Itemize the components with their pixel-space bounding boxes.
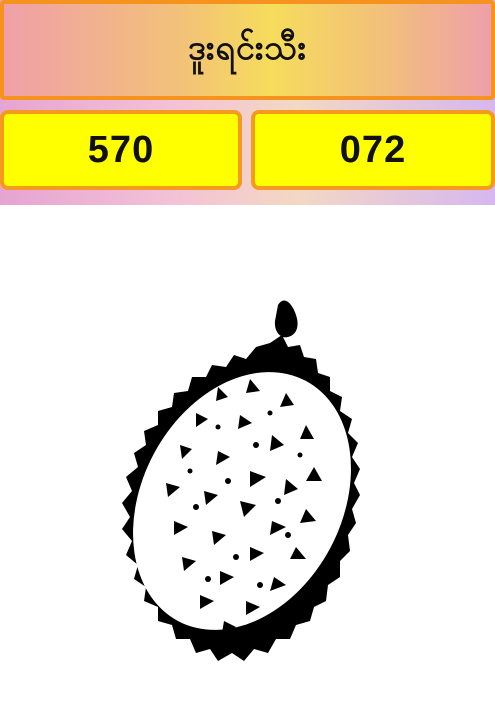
durian-icon (122, 300, 360, 661)
number-left-label: 570 (87, 128, 155, 171)
title-banner: ဒူးရင်းသီး (0, 0, 495, 100)
number-right-label: 072 (339, 128, 407, 171)
app-screen: ဒူးရင်းသီး 570 072 (0, 0, 495, 713)
image-area (0, 205, 495, 713)
number-button-right[interactable]: 072 (251, 110, 495, 190)
page-title: ဒူးရင်းသီး (188, 27, 307, 68)
number-button-left[interactable]: 570 (0, 110, 242, 190)
